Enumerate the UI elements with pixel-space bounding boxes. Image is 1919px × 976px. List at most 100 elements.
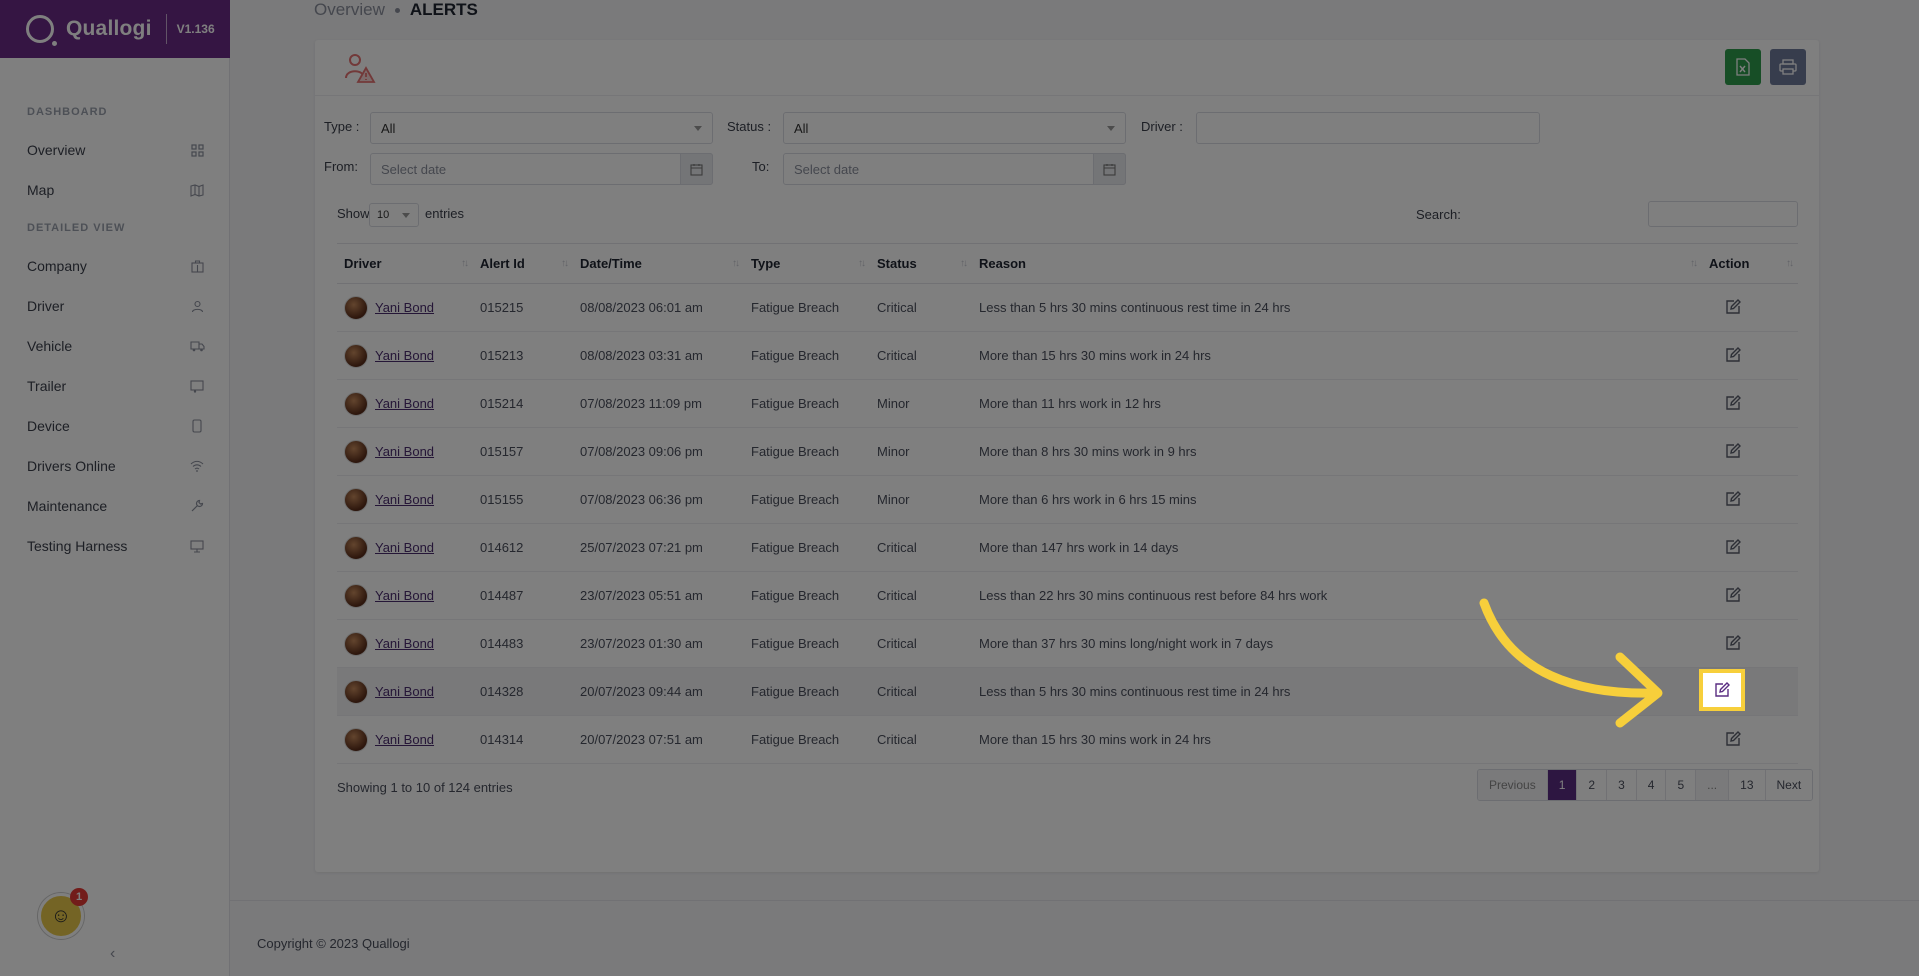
edit-icon[interactable] <box>1724 394 1742 412</box>
calendar-icon[interactable] <box>680 153 713 185</box>
highlighted-edit-button[interactable] <box>1699 669 1745 711</box>
sidebar-item-overview[interactable]: Overview <box>27 138 205 162</box>
action-cell <box>1702 379 1798 428</box>
edit-icon[interactable] <box>1724 730 1742 748</box>
driver-cell: Yani Bond <box>337 283 473 332</box>
entries-length-select[interactable]: 10 <box>369 203 419 227</box>
avatar <box>344 583 368 608</box>
sidebar-item-company[interactable]: Company <box>27 254 205 278</box>
column-header-driver[interactable]: Driver ↑↓ <box>337 243 473 284</box>
column-header-reason[interactable]: Reason ↑↓ <box>972 243 1702 284</box>
driver-filter-input[interactable] <box>1196 112 1540 144</box>
chevron-left-icon[interactable]: ‹ <box>110 945 115 963</box>
status-cell: Critical <box>870 715 972 764</box>
driver-link[interactable]: Yani Bond <box>375 348 434 363</box>
edit-icon <box>1715 682 1730 697</box>
driver-cell: Yani Bond <box>337 523 473 572</box>
sidebar-item-label: Map <box>27 182 55 198</box>
datetime-cell: 07/08/2023 09:06 pm <box>573 427 744 476</box>
next-page-button[interactable]: Next <box>1765 770 1813 800</box>
sidebar-item-trailer[interactable]: Trailer <box>27 374 205 398</box>
status-cell: Minor <box>870 379 972 428</box>
search-input[interactable] <box>1648 201 1798 227</box>
sidebar: Quallogi V1.136 DASHBOARD Overview Map D… <box>0 0 230 976</box>
breadcrumb-overview[interactable]: Overview <box>314 0 385 20</box>
edit-icon[interactable] <box>1724 346 1742 364</box>
column-label: Action <box>1709 256 1750 271</box>
brand-name: Quallogi <box>66 17 152 40</box>
driver-link[interactable]: Yani Bond <box>375 684 434 699</box>
column-label: Alert Id <box>480 256 525 271</box>
page-button-13[interactable]: 13 <box>1729 770 1766 800</box>
type-cell: Fatigue Breach <box>744 715 870 764</box>
edit-icon[interactable] <box>1724 442 1742 460</box>
column-header-alert-id[interactable]: Alert Id ↑↓ <box>473 243 573 284</box>
action-cell <box>1702 283 1798 332</box>
sidebar-item-driver[interactable]: Driver <box>27 294 205 318</box>
from-date-input[interactable]: Select date <box>370 153 713 185</box>
sidebar-item-map[interactable]: Map <box>27 178 205 202</box>
page-button-1[interactable]: 1 <box>1547 770 1578 800</box>
truck-icon <box>189 338 205 354</box>
logo-icon <box>26 15 57 46</box>
sort-icon: ↑↓ <box>1690 258 1698 269</box>
driver-link[interactable]: Yani Bond <box>375 444 434 459</box>
calendar-icon[interactable] <box>1093 153 1126 185</box>
column-header-type[interactable]: Type ↑↓ <box>744 243 870 284</box>
breadcrumb: Overview ALERTS <box>314 0 478 20</box>
to-date-placeholder: Select date <box>794 161 860 177</box>
column-header-datetime[interactable]: Date/Time ↑↓ <box>573 243 744 284</box>
sidebar-item-vehicle[interactable]: Vehicle <box>27 334 205 358</box>
driver-link[interactable]: Yani Bond <box>375 732 434 747</box>
driver-link[interactable]: Yani Bond <box>375 396 434 411</box>
export-excel-button[interactable] <box>1725 49 1761 85</box>
edit-icon[interactable] <box>1724 634 1742 652</box>
map-icon <box>189 182 205 198</box>
entries-length-value: 10 <box>377 209 390 221</box>
sidebar-item-testing-harness[interactable]: Testing Harness <box>27 534 205 558</box>
previous-page-button[interactable]: Previous <box>1478 770 1548 800</box>
driver-cell: Yani Bond <box>337 427 473 476</box>
grid-icon <box>189 142 205 158</box>
datetime-cell: 07/08/2023 06:36 pm <box>573 475 744 524</box>
status-select[interactable]: All <box>783 112 1126 144</box>
driver-link[interactable]: Yani Bond <box>375 300 434 315</box>
edit-icon[interactable] <box>1724 298 1742 316</box>
page-button-2[interactable]: 2 <box>1577 770 1608 800</box>
table-row: Yani Bond 015213 08/08/2023 03:31 am Fatigu… <box>337 331 1798 380</box>
page-button-3[interactable]: 3 <box>1607 770 1637 800</box>
edit-icon[interactable] <box>1724 490 1742 508</box>
alert-id-cell: 014612 <box>473 523 573 572</box>
page-button-5[interactable]: 5 <box>1666 770 1697 800</box>
edit-icon[interactable] <box>1724 538 1742 556</box>
driver-link[interactable]: Yani Bond <box>375 636 434 651</box>
edit-icon[interactable] <box>1724 586 1742 604</box>
type-cell: Fatigue Breach <box>744 619 870 668</box>
status-cell: Critical <box>870 571 972 620</box>
table-row: Yani Bond 014612 25/07/2023 07:21 pm Fatigu… <box>337 523 1798 572</box>
to-date-input[interactable]: Select date <box>783 153 1126 185</box>
alert-id-cell: 015213 <box>473 331 573 380</box>
action-cell <box>1702 331 1798 380</box>
driver-link[interactable]: Yani Bond <box>375 540 434 555</box>
print-button[interactable] <box>1770 49 1806 85</box>
sidebar-item-device[interactable]: Device <box>27 414 205 438</box>
driver-link[interactable]: Yani Bond <box>375 588 434 603</box>
avatar <box>344 391 368 416</box>
driver-link[interactable]: Yani Bond <box>375 492 434 507</box>
sidebar-item-maintenance[interactable]: Maintenance <box>27 494 205 518</box>
column-header-status[interactable]: Status ↑↓ <box>870 243 972 284</box>
type-select[interactable]: All <box>370 112 713 144</box>
footer-divider <box>230 900 1919 901</box>
alert-id-cell: 015215 <box>473 283 573 332</box>
type-cell: Fatigue Breach <box>744 571 870 620</box>
brand-header[interactable]: Quallogi V1.136 <box>0 0 230 58</box>
reason-cell: More than 6 hrs work in 6 hrs 15 mins <box>972 475 1702 524</box>
column-header-action[interactable]: Action ↑↓ <box>1702 243 1798 284</box>
action-cell <box>1702 715 1798 764</box>
page-button-4[interactable]: 4 <box>1636 770 1667 800</box>
type-cell: Fatigue Breach <box>744 331 870 380</box>
sidebar-item-drivers-online[interactable]: Drivers Online <box>27 454 205 478</box>
from-date-label: From: <box>324 159 358 174</box>
type-cell: Fatigue Breach <box>744 667 870 716</box>
